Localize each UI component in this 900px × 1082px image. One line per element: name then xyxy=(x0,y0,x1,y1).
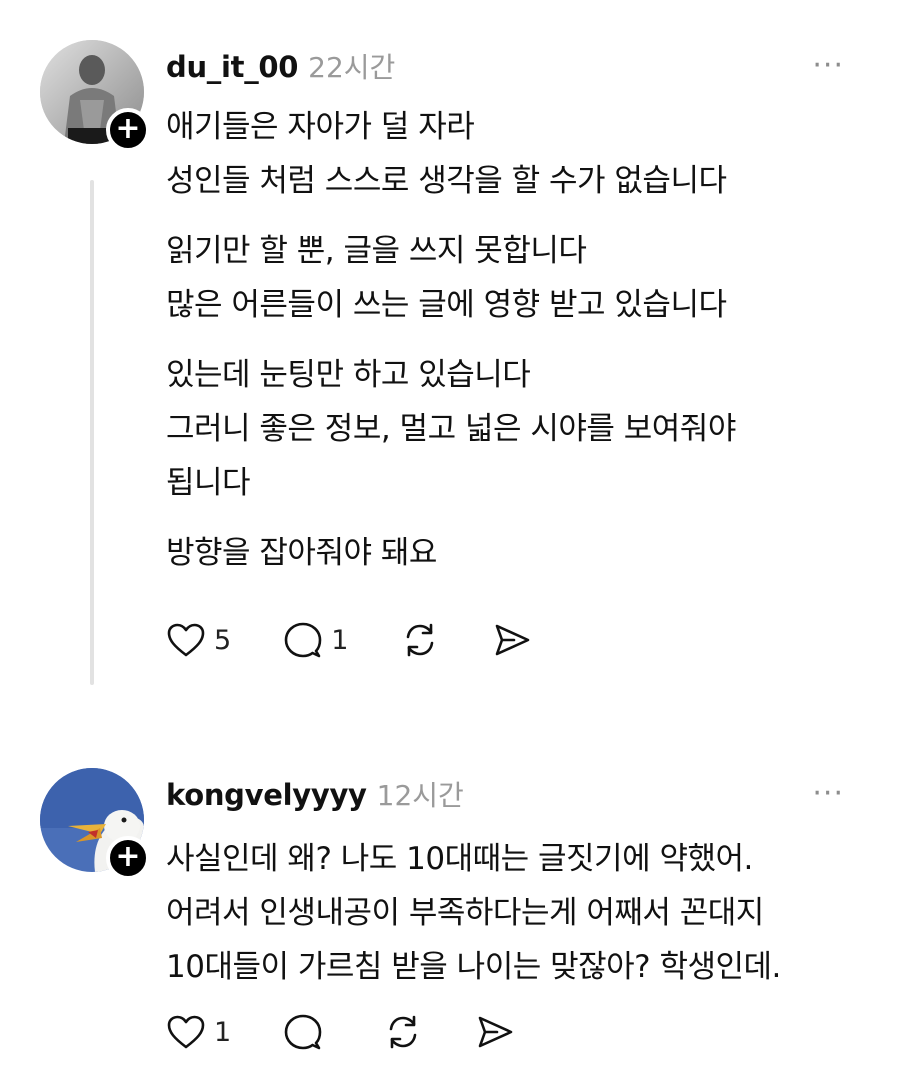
text-line: 많은 어른들이 쓰는 글에 영향 받고 있습니다 xyxy=(166,287,727,323)
follow-plus-button[interactable]: + xyxy=(106,836,150,880)
text-line: 성인들 처럼 스스로 생각을 할 수가 없습니다 xyxy=(166,163,727,199)
text-line: 방향을 잡아줘야 돼요 xyxy=(166,535,437,571)
like-count: 5 xyxy=(214,624,232,656)
paragraph: 있는데 눈팅만 하고 있습니다 그러니 좋은 정보, 멀고 넓은 시야를 보여줘… xyxy=(166,348,736,510)
reply-button[interactable] xyxy=(283,1013,331,1051)
text-line: 읽기만 할 뿐, 글을 쓰지 못합니다 xyxy=(166,233,587,269)
post-body: 사실인데 왜? 나도 10대때는 글짓기에 약했어. 어려서 인생내공이 부족하… xyxy=(166,832,781,1010)
paragraph: 사실인데 왜? 나도 10대때는 글짓기에 약했어. 어려서 인생내공이 부족하… xyxy=(166,832,781,994)
thread-line xyxy=(90,180,94,685)
repost-button[interactable] xyxy=(400,621,440,659)
paragraph: 읽기만 할 뿐, 글을 쓰지 못합니다 많은 어른들이 쓰는 글에 영향 받고 … xyxy=(166,224,736,332)
text-line: 어려서 인생내공이 부족하다는게 어째서 꼰대지 xyxy=(166,895,764,931)
more-options-icon[interactable]: ··· xyxy=(812,779,844,809)
username[interactable]: kongvelyyyy xyxy=(166,778,367,812)
paragraph: 애기들은 자아가 덜 자라 성인들 처럼 스스로 생각을 할 수가 없습니다 xyxy=(166,100,736,208)
post-kongvelyyyy: + kongvelyyyy 12시간 ··· 사실인데 왜? 나도 10대때는 … xyxy=(0,740,900,1082)
post-du-it-00: + du_it_00 22시간 ··· 애기들은 자아가 덜 자라 성인들 처럼… xyxy=(0,0,900,700)
like-button[interactable]: 1 xyxy=(166,1014,231,1050)
text-line: 사실인데 왜? 나도 10대때는 글짓기에 약했어. xyxy=(166,841,753,877)
more-options-icon[interactable]: ··· xyxy=(812,51,844,81)
heart-icon xyxy=(167,623,205,657)
share-button[interactable] xyxy=(475,1013,515,1051)
post-header: du_it_00 22시간 xyxy=(166,46,395,86)
paragraph: 방향을 잡아줘야 돼요 xyxy=(166,526,736,580)
text-line: 그러니 좋은 정보, 멀고 넓은 시야를 보여줘야 xyxy=(166,411,736,447)
repost-icon xyxy=(389,1015,417,1049)
follow-plus-button[interactable]: + xyxy=(106,108,150,152)
text-line: 애기들은 자아가 덜 자라 xyxy=(166,109,475,145)
timestamp: 22시간 xyxy=(308,51,396,84)
repost-button[interactable] xyxy=(383,1013,423,1051)
text-line: 있는데 눈팅만 하고 있습니다 xyxy=(166,357,531,393)
action-bar: 5 1 xyxy=(166,620,584,660)
share-button[interactable] xyxy=(492,621,532,659)
like-button[interactable]: 5 xyxy=(166,622,231,658)
post-body: 애기들은 자아가 덜 자라 성인들 처럼 스스로 생각을 할 수가 없습니다 읽… xyxy=(166,100,736,596)
text-line: 됩니다 xyxy=(166,465,251,501)
text-line: 10대들이 가르침 받을 나이는 맞잖아? 학생인데. xyxy=(166,949,781,985)
comment-icon xyxy=(284,622,322,658)
comment-icon xyxy=(284,1014,322,1050)
heart-icon xyxy=(167,1015,205,1049)
timestamp: 12시간 xyxy=(376,779,464,812)
reply-count: 1 xyxy=(331,624,349,656)
send-icon xyxy=(478,1016,513,1048)
action-bar: 1 xyxy=(166,1012,567,1052)
like-count: 1 xyxy=(214,1016,232,1048)
repost-icon xyxy=(407,623,434,657)
post-header: kongvelyyyy 12시간 xyxy=(166,774,464,814)
username[interactable]: du_it_00 xyxy=(166,50,298,84)
reply-button[interactable]: 1 xyxy=(283,621,348,659)
send-icon xyxy=(496,624,530,656)
